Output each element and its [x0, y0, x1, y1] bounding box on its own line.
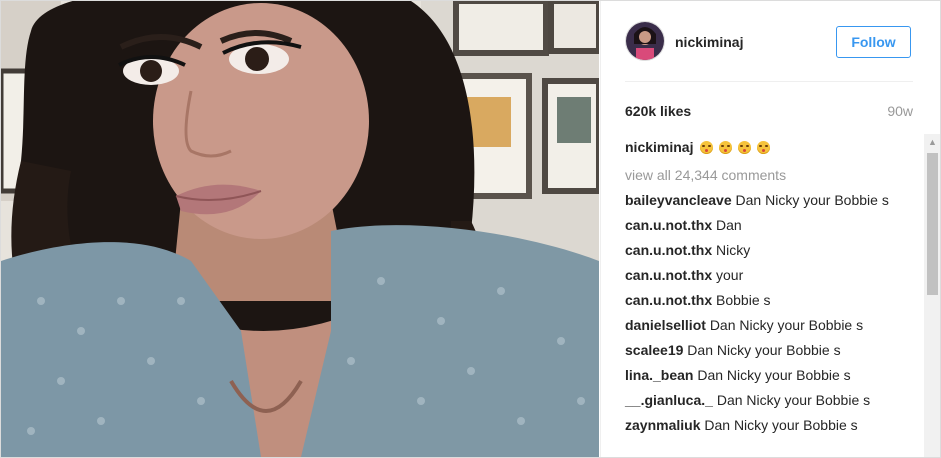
comment-item: danielselliot Dan Nicky your Bobbie s	[625, 316, 901, 334]
username-link[interactable]: nickiminaj	[675, 34, 743, 50]
caption-emojis	[700, 140, 772, 158]
post-sidebar: nickiminaj Follow 620k likes 90w nickimi…	[600, 1, 940, 457]
likes-count[interactable]: 620k likes	[625, 103, 691, 119]
view-all-comments-link[interactable]: view all 24,344 comments	[625, 166, 901, 184]
comment-text: your	[716, 267, 744, 283]
kissing-face-icon	[700, 141, 714, 154]
caption-username[interactable]: nickiminaj	[625, 139, 693, 155]
comment-item: baileyvancleave Dan Nicky your Bobbie s	[625, 191, 901, 209]
comment-item: __.gianluca._ Dan Nicky your Bobbie s	[625, 391, 901, 409]
post-header: nickiminaj Follow	[601, 1, 940, 81]
comment-username[interactable]: can.u.not.thx	[625, 292, 712, 308]
comment-username[interactable]: can.u.not.thx	[625, 242, 712, 258]
scroll-up-arrow-icon[interactable]: ▲	[924, 134, 940, 151]
instagram-post-frame: nickiminaj Follow 620k likes 90w nickimi…	[0, 0, 941, 458]
header-divider	[625, 81, 913, 82]
comment-text: Dan Nicky your Bobbie s	[735, 192, 889, 208]
avatar[interactable]	[625, 21, 665, 61]
comment-text: Bobbie s	[716, 292, 771, 308]
comment-username[interactable]: __.gianluca._	[625, 392, 713, 408]
comment-text: Dan Nicky your Bobbie s	[709, 317, 864, 333]
comment-username[interactable]: scalee19	[625, 342, 683, 358]
comment-username[interactable]: can.u.not.thx	[625, 267, 712, 283]
comment-username[interactable]: danielselliot	[625, 317, 706, 333]
selfie-image	[1, 1, 599, 457]
comment-item: lina._bean Dan Nicky your Bobbie s	[625, 366, 901, 384]
comment-username[interactable]: zaynmaliuk	[625, 417, 700, 433]
post-photo[interactable]	[1, 1, 599, 457]
comments-list: nickiminaj view all 24,344 comments bail…	[625, 138, 901, 441]
kissing-face-icon	[738, 141, 752, 154]
comment-item: scalee19 Dan Nicky your Bobbie s	[625, 341, 901, 359]
comment-text: Dan	[716, 217, 742, 233]
comment-text: Dan Nicky your Bobbie s	[716, 392, 871, 408]
follow-button[interactable]: Follow	[836, 26, 911, 58]
comment-username[interactable]: lina._bean	[625, 367, 693, 383]
caption: nickiminaj	[625, 138, 901, 158]
comment-item: can.u.not.thx your	[625, 266, 901, 284]
comment-text: Dan Nicky your Bobbie s	[704, 417, 858, 433]
comments-scrollbar[interactable]: ▲	[924, 134, 940, 457]
comment-text: Dan Nicky your Bobbie s	[697, 367, 851, 383]
scrollbar-thumb[interactable]	[927, 153, 938, 295]
comment-username[interactable]: baileyvancleave	[625, 192, 732, 208]
kissing-face-icon	[719, 141, 733, 154]
post-age[interactable]: 90w	[877, 103, 913, 119]
comment-username[interactable]: can.u.not.thx	[625, 217, 712, 233]
comment-text: Nicky	[716, 242, 751, 258]
comment-item: can.u.not.thx Dan	[625, 216, 901, 234]
kissing-face-icon	[757, 141, 771, 154]
comment-item: zaynmaliuk Dan Nicky your Bobbie s	[625, 416, 901, 434]
comment-item: can.u.not.thx Bobbie s	[625, 291, 901, 309]
comment-item: can.u.not.thx Nicky	[625, 241, 901, 259]
comment-text: Dan Nicky your Bobbie s	[687, 342, 841, 358]
avatar-image	[626, 22, 664, 60]
